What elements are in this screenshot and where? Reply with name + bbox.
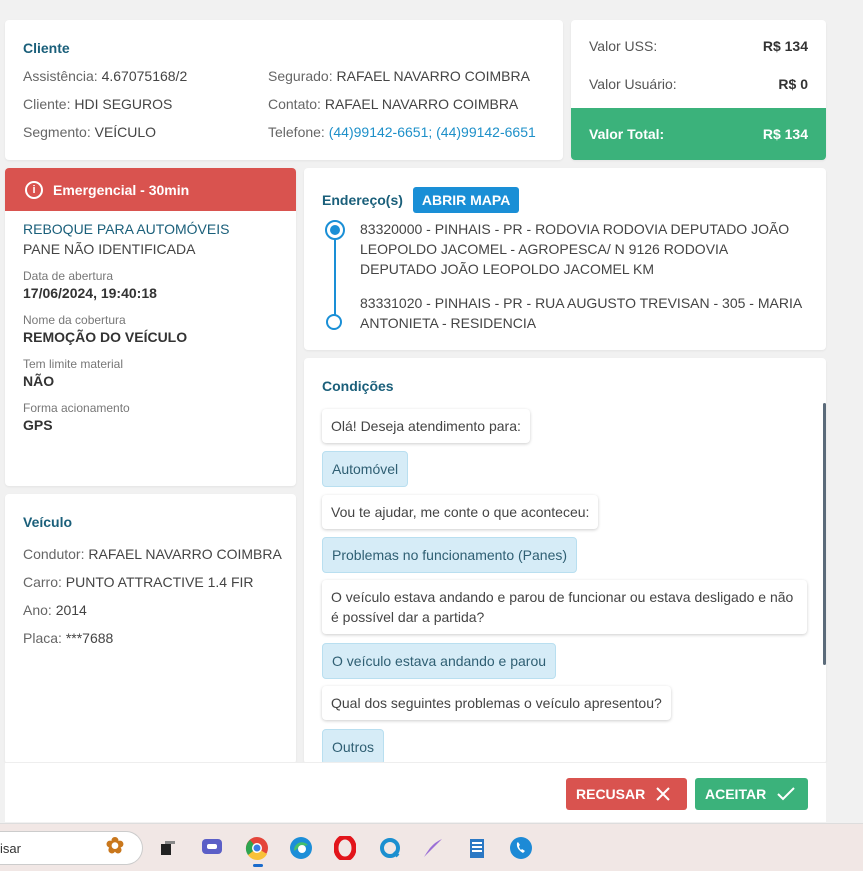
data-abertura-label: Data de abertura — [23, 269, 114, 283]
veiculo-card: Veículo Condutor: RAFAEL NAVARRO COIMBRA… — [5, 494, 296, 764]
emergency-banner: i Emergencial - 30min — [5, 168, 296, 211]
segmento-row: Segmento: VEÍCULO — [23, 124, 156, 140]
butterfly-icon[interactable]: ✿ — [103, 833, 127, 858]
cliente-label: Cliente: — [23, 96, 71, 112]
segmento-value: VEÍCULO — [94, 124, 157, 140]
chat-question: Olá! Deseja atendimento para: — [322, 409, 530, 443]
segurado-value: RAFAEL NAVARRO COIMBRA — [336, 68, 530, 84]
origin-address: 83320000 - PINHAIS - PR - RODOVIA RODOVI… — [360, 221, 790, 277]
task-view-icon[interactable] — [156, 836, 180, 860]
feather-icon[interactable] — [421, 836, 445, 860]
placa-row: Placa: ***7688 — [23, 630, 113, 646]
segurado-label: Segurado: — [268, 68, 333, 84]
carro-label: Carro: — [23, 574, 62, 590]
valor-total-label: Valor Total: — [589, 126, 665, 142]
service-name: REBOQUE PARA AUTOMÓVEIS — [23, 221, 230, 237]
reject-label: RECUSAR — [576, 786, 646, 802]
telefone-link[interactable]: (44)99142-6651; (44)99142-6651 — [329, 124, 536, 140]
chat-icon[interactable] — [200, 836, 224, 860]
chat-answer: Automóvel — [322, 451, 409, 487]
assistencia-row: Assistência: 4.67075168/2 — [23, 68, 187, 84]
origin-marker-icon — [325, 220, 345, 240]
accept-button[interactable]: ACEITAR — [695, 778, 808, 810]
emergency-label: Emergencial - 30min — [53, 181, 190, 198]
ano-value: 2014 — [55, 602, 87, 618]
valor-total-bar: Valor Total: R$ 134 — [571, 108, 826, 160]
reject-button[interactable]: RECUSAR — [566, 778, 687, 810]
chat-answer: O veículo estava andando e parou — [322, 643, 557, 679]
endereco-title: Endereço(s) — [322, 192, 403, 208]
placa-value: ***7688 — [65, 630, 114, 646]
segmento-label: Segmento: — [23, 124, 91, 140]
valor-uss-label: Valor USS: — [589, 38, 658, 54]
route-line — [334, 232, 336, 318]
assistencia-value: 4.67075168/2 — [101, 68, 188, 84]
carro-row: Carro: PUNTO ATTRACTIVE 1.4 FIR — [23, 574, 254, 590]
condutor-label: Condutor: — [23, 546, 85, 562]
chat-answer: Outros — [322, 729, 385, 764]
telefone-row: Telefone: (44)99142-6651; (44)99142-6651 — [268, 124, 536, 140]
carro-value: PUNTO ATTRACTIVE 1.4 FIR — [65, 574, 254, 590]
placa-label: Placa: — [23, 630, 62, 646]
cliente-value: HDI SEGUROS — [74, 96, 173, 112]
veiculo-title: Veículo — [23, 514, 73, 530]
cobertura-label: Nome da cobertura — [23, 313, 126, 327]
chrome-active-indicator — [253, 864, 263, 867]
acionamento-value: GPS — [23, 417, 53, 433]
edge-icon[interactable] — [289, 836, 313, 860]
valor-uss-value: R$ 134 — [762, 38, 808, 54]
ano-label: Ano: — [23, 602, 52, 618]
check-icon — [777, 787, 795, 801]
contato-row: Contato: RAFAEL NAVARRO COIMBRA — [268, 96, 518, 112]
limite-label: Tem limite material — [23, 357, 124, 371]
cobertura-value: REMOÇÃO DO VEÍCULO — [23, 329, 188, 345]
notepad-icon[interactable] — [465, 836, 489, 860]
chat-answer: Problemas no funcionamento (Panes) — [322, 537, 578, 573]
assistencia-label: Assistência: — [23, 68, 98, 84]
destination-marker-icon — [326, 314, 342, 330]
data-abertura-value: 17/06/2024, 19:40:18 — [23, 285, 157, 301]
servico-card: i Emergencial - 30min REBOQUE PARA AUTOM… — [5, 168, 296, 486]
valores-card: Valor USS: R$ 134 Valor Usuário: R$ 0 Va… — [571, 20, 826, 160]
valor-usuario-row: Valor Usuário: R$ 0 — [589, 76, 808, 92]
chat-question: O veículo estava andando e parou de func… — [322, 580, 807, 634]
info-icon: i — [25, 180, 43, 199]
search-text: isar — [0, 840, 21, 856]
valor-total-value: R$ 134 — [762, 126, 808, 142]
valor-uss-row: Valor USS: R$ 134 — [589, 38, 808, 54]
cliente-row: Cliente: HDI SEGUROS — [23, 96, 172, 112]
problem-name: PANE NÃO IDENTIFICADA — [23, 241, 196, 257]
chat-question: Qual dos seguintes problemas o veículo a… — [322, 686, 671, 720]
telefone-label: Telefone: — [268, 124, 325, 140]
chat-scrollbar[interactable] — [823, 403, 826, 665]
action-footer: RECUSAR ACEITAR — [5, 762, 826, 822]
cliente-card: Cliente Assistência: 4.67075168/2 Client… — [5, 20, 563, 160]
condicoes-title: Condições — [322, 378, 394, 394]
chrome-icon[interactable] — [245, 836, 269, 860]
condicoes-card: Condições Olá! Deseja atendimento para: … — [304, 358, 826, 764]
endereco-card: Endereço(s) ABRIR MAPA 83320000 - PINHAI… — [304, 168, 826, 350]
limite-value: NÃO — [23, 373, 55, 389]
contato-value: RAFAEL NAVARRO COIMBRA — [324, 96, 519, 112]
contato-label: Contato: — [268, 96, 321, 112]
condutor-value: RAFAEL NAVARRO COIMBRA — [88, 546, 282, 562]
ano-row: Ano: 2014 — [23, 602, 87, 618]
close-icon — [656, 787, 670, 801]
windows-taskbar: isar ✿ — [0, 823, 863, 871]
accept-label: ACEITAR — [705, 786, 767, 802]
valor-usuario-label: Valor Usuário: — [589, 76, 677, 92]
acionamento-label: Forma acionamento — [23, 401, 130, 415]
cliente-title: Cliente — [23, 40, 70, 56]
chat-question: Vou te ajudar, me conte o que aconteceu: — [322, 495, 599, 529]
phone-app-icon[interactable] — [509, 836, 533, 860]
destination-address: 83331020 - PINHAIS - PR - RUA AUGUSTO TR… — [360, 295, 802, 331]
app-q-icon[interactable] — [378, 836, 402, 860]
opera-icon[interactable] — [333, 836, 357, 860]
condutor-row: Condutor: RAFAEL NAVARRO COIMBRA — [23, 546, 282, 562]
segurado-row: Segurado: RAFAEL NAVARRO COIMBRA — [268, 68, 530, 84]
valor-usuario-value: R$ 0 — [778, 76, 808, 92]
open-map-button[interactable]: ABRIR MAPA — [412, 187, 520, 213]
